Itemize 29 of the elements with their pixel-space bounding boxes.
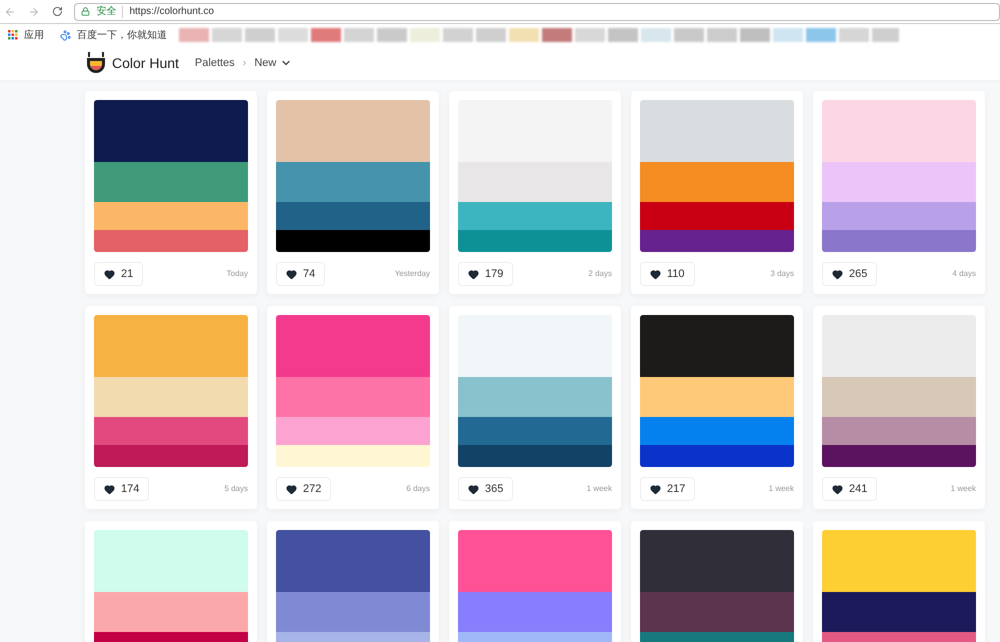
- palette-age: 2 days: [588, 268, 612, 280]
- bookmark-item[interactable]: 百度一下，你就知道: [56, 28, 171, 42]
- like-button[interactable]: 74: [276, 262, 326, 286]
- address-bar[interactable]: 安全 https://colorhunt.co: [74, 2, 1000, 20]
- bookmark-item[interactable]: 应用: [4, 28, 48, 42]
- palette-age: 1 week: [768, 483, 794, 495]
- like-button[interactable]: 174: [94, 477, 150, 501]
- url-text: https://colorhunt.co: [129, 5, 214, 19]
- like-button[interactable]: 241: [822, 477, 878, 501]
- like-button[interactable]: 110: [640, 262, 695, 286]
- sort-dropdown[interactable]: New: [254, 54, 292, 72]
- like-button[interactable]: 21: [94, 262, 144, 286]
- like-button[interactable]: 179: [458, 262, 514, 286]
- like-button[interactable]: 217: [640, 477, 696, 501]
- palette-age: Yesterday: [394, 268, 430, 280]
- palette-age: Today: [226, 268, 248, 280]
- palette-age: 3 days: [770, 268, 794, 280]
- security-label: 安全: [96, 4, 116, 19]
- palette-age: 1 week: [950, 483, 976, 495]
- breadcrumb-separator: ›: [242, 56, 246, 71]
- palette-age: 4 days: [952, 268, 976, 280]
- brand-name[interactable]: Color Hunt: [112, 52, 179, 74]
- like-button[interactable]: 272: [276, 477, 332, 501]
- palettes-link[interactable]: Palettes: [194, 54, 235, 72]
- like-button[interactable]: 365: [458, 477, 514, 501]
- palette-age: 6 days: [406, 483, 430, 495]
- like-button[interactable]: 265: [822, 262, 878, 286]
- palette-age: 5 days: [224, 483, 248, 495]
- palette-age: 1 week: [586, 483, 612, 495]
